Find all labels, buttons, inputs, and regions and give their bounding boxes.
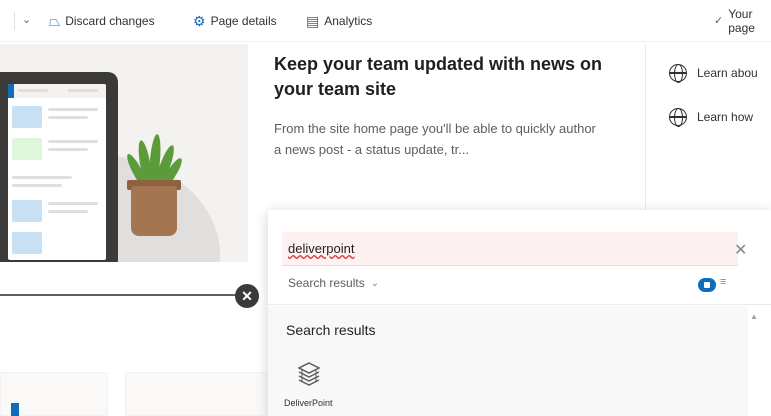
search-results-heading: Search results (286, 322, 376, 338)
globe-icon (669, 108, 687, 127)
search-result-tile[interactable]: DeliverPoint (284, 356, 344, 416)
learn-link-2[interactable]: Learn how (669, 108, 754, 127)
page-details-button[interactable]: ⚙ Page details (193, 0, 277, 42)
clear-search-icon[interactable]: ✕ (734, 240, 747, 260)
tablet-screen (8, 84, 106, 260)
results-filter-label: Search results (288, 276, 365, 290)
toolbar-divider (14, 12, 15, 30)
chevron-down-icon: ⌄ (370, 277, 380, 289)
results-scrollbar[interactable]: ▲ (748, 306, 760, 416)
analytics-button[interactable]: ▤ Analytics (306, 0, 372, 42)
globe-icon (669, 64, 687, 83)
discard-changes-label: Discard changes (65, 14, 155, 28)
search-input[interactable]: deliverpoint ✕ (282, 232, 747, 266)
your-page-status[interactable]: ✓ Your page (714, 0, 771, 42)
news-illustration (0, 44, 248, 262)
learn-link-2-label: Learn how (697, 110, 754, 124)
chevron-down-icon[interactable]: ⌄ (22, 13, 31, 26)
search-panel: deliverpoint ✕ Search results ⌄ ≡ Search… (268, 210, 771, 416)
tablet-illustration (0, 72, 118, 262)
content-card[interactable] (125, 372, 273, 416)
section-divider-line (0, 294, 240, 296)
column-divider (645, 44, 646, 224)
grid-view-toggle[interactable] (698, 278, 716, 292)
plant-pot (131, 186, 177, 236)
discard-changes-button[interactable]: ⏢ Discard changes (49, 0, 155, 42)
analytics-label: Analytics (324, 14, 373, 28)
search-query-text: deliverpoint (288, 241, 355, 256)
list-view-icon[interactable]: ≡ (720, 276, 726, 288)
discard-icon: ⏢ (49, 13, 61, 29)
news-title: Keep your team updated with news on your… (274, 54, 603, 99)
card-accent (11, 403, 19, 416)
scroll-up-icon[interactable]: ▲ (750, 312, 758, 321)
search-result-label: DeliverPoint (284, 398, 333, 408)
analytics-icon: ▤ (306, 13, 320, 29)
learn-link-1[interactable]: Learn abou (669, 64, 758, 83)
search-results-area: Search results DeliverPoint (268, 306, 748, 416)
gear-icon: ⚙ (193, 13, 206, 29)
deliverpoint-logo-icon (298, 362, 320, 386)
results-filter-dropdown[interactable]: Search results ⌄ (288, 276, 379, 290)
news-description: From the site home page you'll be able t… (274, 121, 596, 157)
checkmark-icon: ✓ (714, 15, 724, 27)
page-details-label: Page details (210, 14, 277, 28)
your-page-label: Your page (728, 7, 755, 35)
content-card[interactable] (0, 372, 108, 416)
learn-link-1-label: Learn abou (697, 66, 758, 80)
panel-divider (268, 304, 771, 305)
close-icon[interactable]: ✕ (235, 284, 259, 308)
command-bar: ⌄ ⏢ Discard changes ⚙ Page details ▤ Ana… (0, 0, 771, 42)
